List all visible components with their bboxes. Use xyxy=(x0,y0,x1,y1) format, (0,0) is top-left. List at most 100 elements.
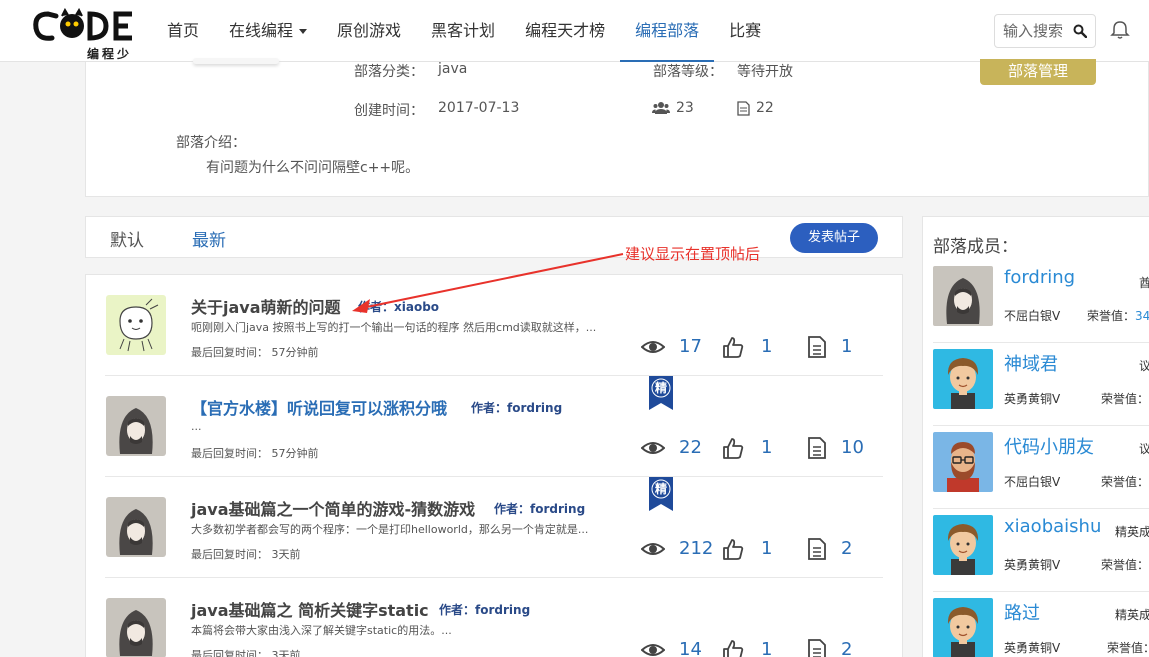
likes-count: 1 xyxy=(761,639,773,657)
nav-online-coding-label: 在线编程 xyxy=(229,21,294,40)
nav-online-coding[interactable]: 在线编程 xyxy=(214,0,322,62)
post-item[interactable]: 精 java基础篇之一个简单的游戏-猜数游戏 作者：fordring 大多数初学… xyxy=(105,477,883,578)
likes-count: 1 xyxy=(761,437,773,458)
member-role: 议 xyxy=(1139,442,1149,456)
eye-icon xyxy=(641,644,665,656)
post-author[interactable]: 作者：fordring xyxy=(471,399,562,416)
created-value: 2017-07-13 xyxy=(438,100,520,116)
thumbs-up-icon[interactable] xyxy=(721,638,745,657)
post-last-reply: 最后回复时间： 57分钟前 xyxy=(191,344,319,360)
document-icon xyxy=(808,639,826,657)
author-label: 作者： xyxy=(439,603,476,617)
member-item[interactable]: xiaobaishu 精英成 英勇黄铜V 荣誉值： xyxy=(933,509,1149,592)
member-item[interactable]: 代码小朋友 议 不屈白银V 荣誉值：31 xyxy=(933,426,1149,509)
member-item[interactable]: 路过 精英成 英勇黄铜V 荣誉值： xyxy=(933,592,1149,657)
bearded-avatar-icon xyxy=(933,432,993,492)
nav-original-games-label: 原创游戏 xyxy=(337,21,402,40)
post-avatar[interactable] xyxy=(106,295,166,355)
post-avatar[interactable] xyxy=(106,396,166,456)
last-reply-label: 最后回复时间： xyxy=(191,346,268,359)
nav-original-games[interactable]: 原创游戏 xyxy=(322,0,416,62)
tab-newest[interactable]: 最新 xyxy=(192,226,226,251)
replies-count: 2 xyxy=(841,639,853,657)
member-name[interactable]: 代码小朋友 xyxy=(1004,433,1094,459)
post-last-reply: 最后回复时间： 3天前 xyxy=(191,546,301,562)
tab-default[interactable]: 默认 xyxy=(110,226,144,251)
member-role: 议 xyxy=(1139,359,1149,373)
post-author[interactable]: 作者：fordring xyxy=(439,601,530,618)
nav-competition-label: 比赛 xyxy=(729,21,762,40)
search-icon[interactable] xyxy=(1073,24,1087,38)
member-role: 精英成 xyxy=(1115,608,1149,622)
post-avatar[interactable] xyxy=(106,497,166,557)
post-title[interactable]: 关于java萌新的问题 xyxy=(191,294,341,318)
last-reply-time: 3天前 xyxy=(271,649,301,657)
featured-badge: 精 xyxy=(648,376,674,410)
thumbs-up-icon[interactable] xyxy=(721,335,745,359)
post-avatar[interactable] xyxy=(106,598,166,657)
author-name: fordring xyxy=(507,401,563,415)
level-label: 部落等级： xyxy=(653,64,723,80)
member-item[interactable]: 神域君 议 英勇黄铜V 荣誉值： xyxy=(933,343,1149,426)
member-item[interactable]: fordring 酋 不屈白银V 荣誉值：34 xyxy=(933,260,1149,343)
annotation-note: 建议显示在置顶帖后 xyxy=(625,245,761,263)
member-avatar[interactable] xyxy=(933,349,993,409)
created-label: 创建时间： xyxy=(354,103,424,119)
honor-label: 荣誉值： xyxy=(1101,558,1149,572)
member-honor: 荣誉值： xyxy=(1101,556,1149,573)
nav-competition[interactable]: 比赛 xyxy=(714,0,776,62)
member-avatar[interactable] xyxy=(933,266,993,326)
post-last-reply: 最后回复时间： 57分钟前 xyxy=(191,445,319,461)
site-logo[interactable]: 编程少年 xyxy=(32,7,138,78)
nav-hacker-plan[interactable]: 黑客计划 xyxy=(416,0,510,62)
honor-label: 荣誉值： xyxy=(1087,309,1136,323)
bell-icon[interactable] xyxy=(1110,20,1130,40)
member-role: 精英成 xyxy=(1115,525,1149,539)
new-post-button[interactable]: 发表帖子 xyxy=(790,223,878,253)
nav-home[interactable]: 首页 xyxy=(152,0,214,62)
last-reply-time: 3天前 xyxy=(271,548,301,561)
members-panel: 部落成员： fordring 酋 不屈白银V 荣誉值：34 神域君 议 英勇黄铜… xyxy=(922,216,1149,657)
nav-genius-ranking[interactable]: 编程天才榜 xyxy=(510,0,620,62)
member-name[interactable]: 路过 xyxy=(1004,599,1040,625)
post-title[interactable]: java基础篇之一个简单的游戏-猜数游戏 xyxy=(191,496,475,520)
search-box xyxy=(994,14,1096,48)
nav-hacker-plan-label: 黑客计划 xyxy=(431,21,496,40)
last-reply-label: 最后回复时间： xyxy=(191,548,268,561)
search-input[interactable] xyxy=(1003,15,1077,47)
member-name[interactable]: xiaobaishu xyxy=(1004,516,1101,537)
post-title[interactable]: java基础篇之 简析关键字static xyxy=(191,597,429,621)
member-avatar[interactable] xyxy=(933,598,993,657)
honor-label: 荣誉值： xyxy=(1101,392,1149,406)
members-count: 23 xyxy=(676,100,694,116)
nav-coding-tribe[interactable]: 编程部落 xyxy=(620,0,715,62)
member-honor: 荣誉值：34 xyxy=(1087,307,1149,324)
cartoon-avatar-icon xyxy=(106,295,166,355)
post-excerpt: 大多数初学者都会写的两个程序：一个是打印helloworld，那么另一个肯定就是… xyxy=(191,523,589,536)
author-label: 作者： xyxy=(494,502,531,516)
thumbs-up-icon[interactable] xyxy=(721,436,745,460)
boy-avatar-icon xyxy=(933,349,993,409)
views-count: 17 xyxy=(679,336,702,357)
document-icon xyxy=(808,336,826,358)
replies-count: 2 xyxy=(841,538,853,559)
users-icon xyxy=(652,102,670,114)
replies-count: 10 xyxy=(841,437,864,458)
last-reply-label: 最后回复时间： xyxy=(191,447,268,460)
member-level: 不屈白银V xyxy=(1004,309,1061,323)
member-name[interactable]: 神域君 xyxy=(1004,350,1058,376)
member-avatar[interactable] xyxy=(933,515,993,575)
thumbs-up-icon[interactable] xyxy=(721,537,745,561)
eye-icon xyxy=(641,543,665,555)
post-item[interactable]: java基础篇之 简析关键字static 作者：fordring 本篇将会带大家… xyxy=(105,578,883,657)
post-author[interactable]: 作者：fordring xyxy=(494,500,585,517)
member-level: 不屈白银V xyxy=(1004,475,1061,489)
member-avatar[interactable] xyxy=(933,432,993,492)
views-count: 212 xyxy=(679,538,714,559)
post-title[interactable]: 【官方水楼】听说回复可以涨积分哦 xyxy=(191,395,447,419)
member-name[interactable]: fordring xyxy=(1004,267,1075,288)
post-item[interactable]: 精 【官方水楼】听说回复可以涨积分哦 作者：fordring ... 最后回复时… xyxy=(105,376,883,477)
boy-avatar-icon xyxy=(933,598,993,657)
tribe-manage-button[interactable]: 部落管理 xyxy=(980,59,1096,85)
author-label: 作者： xyxy=(471,401,508,415)
